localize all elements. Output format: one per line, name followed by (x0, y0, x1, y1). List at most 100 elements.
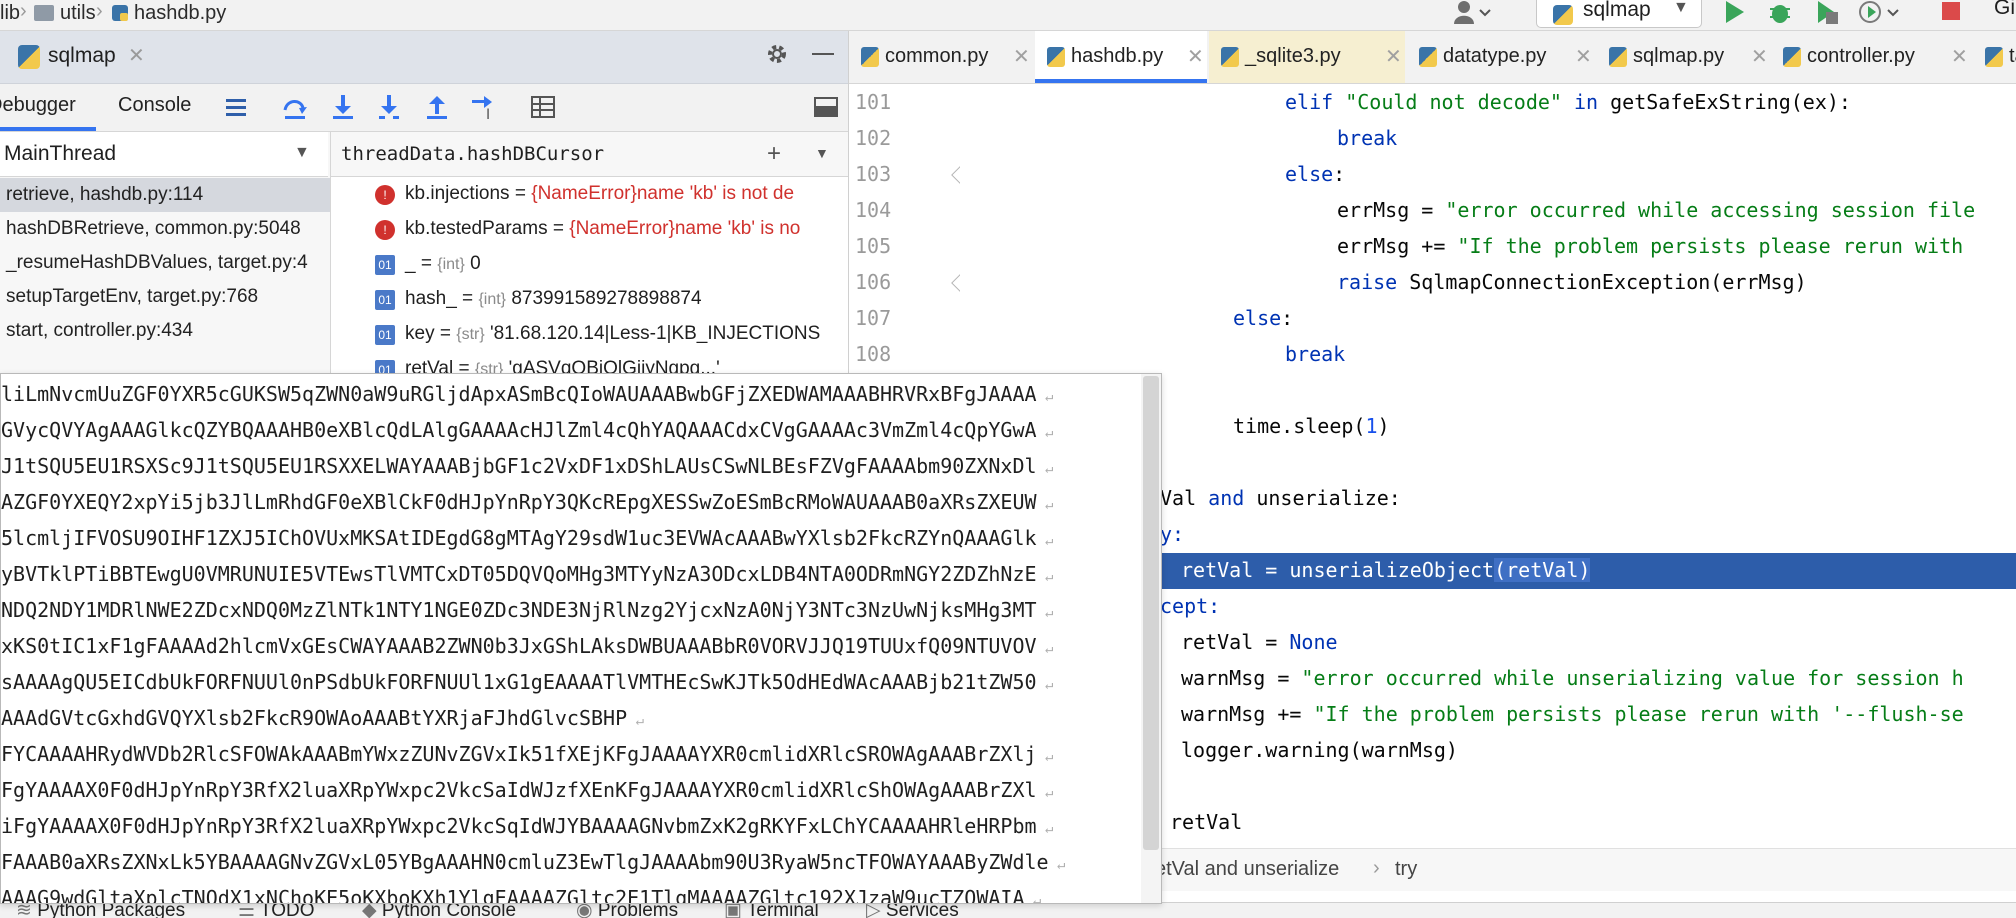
code-line: else: (1285, 162, 1346, 186)
breadcrumb-utils[interactable]: utils (60, 2, 96, 25)
add-watch-icon[interactable]: + (767, 140, 781, 168)
step-into-icon[interactable] (330, 94, 356, 125)
variable-row[interactable]: 01 hash_ = {int} 873991589278898874 (331, 283, 848, 317)
minimize-icon[interactable] (812, 53, 834, 55)
tab-controller-py[interactable]: controller.py ✕ (1771, 31, 1971, 83)
frame-item[interactable]: start, controller.py:434 (0, 314, 330, 348)
python-file-icon (1221, 47, 1239, 67)
thread-name: MainThread (4, 142, 117, 165)
line-wrap-icon: ↵ (1036, 533, 1054, 549)
value-line: FYCAAAAHRydWVDb2RlcSFOWAkAAABmYWxzZUNvZG… (1, 742, 1054, 766)
tab-hashdb-py[interactable]: hashdb.py ✕ (1035, 31, 1207, 83)
evaluate-expression-icon[interactable] (530, 94, 556, 125)
value-line: AAAdGVtcGxhdGVQYXlsb2FkcR9OWAoAAABtYXRja… (1, 706, 644, 730)
run-configuration-select[interactable]: sqlmap ▼ (1536, 0, 1702, 28)
tab-debugger[interactable]: Debugger (0, 94, 76, 117)
chevron-down-icon: ▼ (294, 144, 310, 161)
python-console-icon: ◆ (362, 902, 382, 918)
code-breadcrumb-condition[interactable]: etVal and unserialize (1155, 858, 1339, 881)
line-wrap-icon: ↵ (1036, 641, 1054, 657)
value-line: GVycQVYAgAAAGlkcQZYBQAAAHB0eXBlcQdLAlgGA… (1, 418, 1054, 442)
python-file-icon (1985, 47, 2003, 67)
value-line: liLmNvcmUuZGF0YXR5cGUKSW5qZWN0aW9uRGljdA… (1, 382, 1054, 406)
git-menu-label[interactable]: Gi (1994, 0, 2015, 20)
tab-target-py[interactable]: targe (1973, 31, 2016, 83)
tab-sqlmap-py[interactable]: sqlmap.py ✕ (1597, 31, 1769, 83)
tab-sqlite3-py[interactable]: _sqlite3.py ✕ (1209, 31, 1405, 83)
frame-item[interactable]: _resumeHashDBValues, target.py:4 (0, 246, 330, 280)
popup-scrollbar-thumb[interactable] (1143, 376, 1159, 850)
variable-text: hash_ = {int} 873991589278898874 (405, 288, 702, 309)
run-with-coverage-icon[interactable] (1812, 0, 1840, 26)
run-icon[interactable] (1720, 0, 1748, 26)
watch-expression-field[interactable]: threadData.hashDBCursor + ▼ (331, 132, 848, 177)
python-console-tool[interactable]: ◆ Python Console (362, 902, 516, 918)
variable-row[interactable]: 01 _ = {int} 0 (331, 248, 848, 282)
breadcrumb-separator-icon: › (20, 0, 27, 22)
variable-icon: 01 (375, 290, 395, 310)
step-over-icon[interactable] (282, 96, 308, 125)
todo-tool[interactable]: ☰ TODO (238, 903, 315, 918)
code-line: time.sleep(1) (1233, 414, 1390, 438)
code-breadcrumb-try[interactable]: try (1395, 858, 1417, 881)
layout-icon[interactable] (814, 96, 840, 125)
tool-window-bar: ≋ Python Packages ☰ TODO ◆ Python Consol… (0, 902, 2016, 918)
frame-item-selected[interactable]: retrieve, hashdb.py:114 (0, 178, 330, 212)
variable-text: kb.testedParams = {NameError}name 'kb' i… (405, 218, 801, 239)
frame-item[interactable]: hashDBRetrieve, common.py:5048 (0, 212, 330, 246)
python-file-icon (1783, 47, 1801, 67)
python-file-icon (1047, 47, 1065, 67)
thread-select[interactable]: MainThread ▼ (0, 132, 328, 177)
variable-row[interactable]: ! kb.injections = {NameError}name 'kb' is… (331, 178, 848, 212)
code-line: warnMsg = "error occurred while unserial… (1181, 666, 1964, 690)
close-icon[interactable]: ✕ (1951, 44, 1968, 69)
folder-icon (34, 5, 54, 21)
debug-icon[interactable] (1766, 0, 1794, 26)
stop-icon[interactable] (1936, 0, 1964, 26)
gear-icon[interactable] (764, 41, 790, 72)
editor-tab-bar: common.py ✕ hashdb.py ✕ _sqlite3.py ✕ da… (849, 31, 2016, 84)
breadcrumb-hashdb[interactable]: hashdb.py (134, 2, 226, 25)
tab-common-py[interactable]: common.py ✕ (849, 31, 1033, 83)
line-wrap-icon: ↵ (1036, 749, 1054, 765)
breadcrumb-lib[interactable]: lib (0, 2, 20, 25)
chevron-down-icon[interactable]: ▼ (815, 145, 829, 161)
services-tool[interactable]: ▷ Services (866, 903, 959, 918)
debug-session-tab[interactable]: sqlmap (48, 44, 116, 68)
line-number: 107 (855, 306, 892, 330)
value-popup: liLmNvcmUuZGF0YXR5cGUKSW5qZWN0aW9uRGljdA… (0, 373, 1162, 904)
variable-row[interactable]: ! kb.testedParams = {NameError}name 'kb' … (331, 213, 848, 247)
problems-tool[interactable]: ◉ Problems (576, 903, 678, 918)
code-line-highlighted: retVal = unserializeObject(retVal) (1181, 558, 1591, 582)
breadcrumb-separator-icon: › (96, 0, 103, 22)
value-line: J1tSQU5EU1RSXSc9J1tSQU5EU1RSXXELWAYAAABj… (1, 454, 1054, 478)
variable-row[interactable]: 01 key = {str} '81.68.120.14|Less-1|KB_IN… (331, 318, 848, 352)
value-line: AZGF0YXEQY2xpYi5jb3JlLmRhdGF0eXBlCkF0dHJ… (1, 490, 1054, 514)
close-icon[interactable]: ✕ (1385, 44, 1402, 69)
close-icon[interactable]: ✕ (1187, 44, 1204, 69)
line-number: 108 (855, 342, 892, 366)
code-line: errMsg += "If the problem persists pleas… (1337, 234, 1964, 258)
close-icon[interactable]: ✕ (128, 43, 145, 68)
terminal-tool[interactable]: ▣ Terminal (724, 903, 819, 918)
step-out-icon[interactable] (424, 94, 450, 125)
code-line: else: (1233, 306, 1294, 330)
code-line: logger.warning(warnMsg) (1181, 738, 1458, 762)
tab-console[interactable]: Console (118, 94, 191, 117)
python-packages-tool[interactable]: ≋ Python Packages (16, 903, 185, 918)
python-file-icon (110, 3, 130, 23)
tab-datatype-py[interactable]: datatype.py ✕ (1407, 31, 1595, 83)
line-number: 101 (855, 90, 892, 114)
menu-icon[interactable] (224, 96, 248, 123)
user-icon[interactable] (1452, 0, 1491, 26)
variable-icon: 01 (375, 325, 395, 345)
code-line: raise SqlmapConnectionException(errMsg) (1337, 270, 1807, 294)
run-to-cursor-icon[interactable]: I (470, 94, 498, 125)
close-icon[interactable]: ✕ (1575, 44, 1592, 69)
line-wrap-icon: ↵ (1036, 569, 1054, 585)
profile-icon[interactable] (1858, 0, 1899, 26)
step-into-my-code-icon[interactable] (376, 94, 402, 125)
frame-item[interactable]: setupTargetEnv, target.py:768 (0, 280, 330, 314)
close-icon[interactable]: ✕ (1013, 44, 1030, 69)
close-icon[interactable]: ✕ (1751, 44, 1768, 69)
